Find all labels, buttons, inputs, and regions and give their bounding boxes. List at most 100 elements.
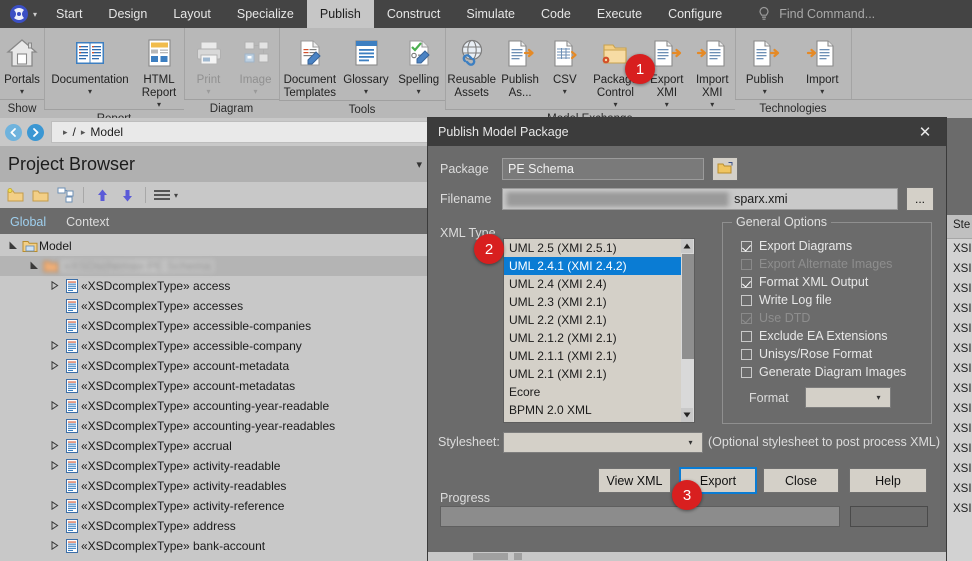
tab-global[interactable]: Global (0, 210, 56, 234)
tree-row[interactable]: «XSDcomplexType» access (0, 276, 430, 296)
tab-context[interactable]: Context (56, 210, 119, 234)
chevron-down-icon[interactable]: ▾ (871, 389, 886, 406)
menu-item-configure[interactable]: Configure (655, 0, 735, 28)
project-browser-tree[interactable]: Model«XSDschema» PE Schema«XSDcomplexTyp… (0, 234, 430, 561)
breadcrumb-root[interactable]: / (73, 125, 76, 139)
right-panel-row[interactable]: XSI (947, 359, 972, 379)
menu-item-layout[interactable]: Layout (160, 0, 224, 28)
xml-type-option[interactable]: BPMN 2.0 XML (504, 401, 693, 419)
checkbox-icon[interactable] (741, 331, 752, 342)
right-panel-row[interactable]: XSI (947, 479, 972, 499)
checkbox-icon[interactable] (741, 349, 752, 360)
chevron-down-icon[interactable]: ▾ (665, 100, 669, 109)
filename-input[interactable]: ██████████████████████████ sparx.xmi (502, 188, 898, 210)
tree-row[interactable]: «XSDcomplexType» activity-readable (0, 456, 430, 476)
xml-type-option[interactable]: XPDL 2.2 (504, 419, 693, 423)
right-panel-row[interactable]: XSI (947, 439, 972, 459)
document-templates-button[interactable]: Document Templates (280, 32, 340, 100)
twisty-collapsed-icon[interactable] (48, 541, 62, 552)
close-icon[interactable]: ✕ (904, 118, 946, 146)
twisty-collapsed-icon[interactable] (48, 441, 62, 452)
help-button[interactable]: Help (849, 468, 927, 493)
xml-type-option[interactable]: Ecore (504, 383, 693, 401)
menu-item-design[interactable]: Design (95, 0, 160, 28)
format-combobox[interactable]: ▾ (805, 387, 891, 408)
xml-type-option[interactable]: UML 2.4 (XMI 2.4) (504, 275, 693, 293)
xml-type-option[interactable]: UML 2.1 (XMI 2.1) (504, 365, 693, 383)
chevron-down-icon[interactable]: ▾ (206, 87, 210, 96)
right-panel-row[interactable]: XSI (947, 259, 972, 279)
twisty-collapsed-icon[interactable] (48, 521, 62, 532)
twisty-collapsed-icon[interactable] (48, 361, 62, 372)
tree-row[interactable]: «XSDcomplexType» account-metadatas (0, 376, 430, 396)
stylesheet-combobox[interactable]: ▾ (503, 432, 703, 453)
panel-menu-caret-icon[interactable]: ▾ (416, 158, 422, 171)
checkbox-row[interactable]: Generate Diagram Images (741, 363, 931, 381)
open-package-icon[interactable] (29, 185, 51, 205)
logo-caret-icon[interactable]: ▾ (33, 10, 37, 19)
checkbox-icon[interactable] (741, 241, 752, 252)
chevron-down-icon[interactable]: ▾ (613, 100, 617, 109)
list-options-caret-icon[interactable]: ▾ (174, 191, 178, 200)
scrollbar-thumb[interactable] (473, 553, 508, 560)
menu-item-start[interactable]: Start (43, 0, 95, 28)
xml-type-option[interactable]: UML 2.3 (XMI 2.1) (504, 293, 693, 311)
checkbox-row[interactable]: Exclude EA Extensions (741, 327, 931, 345)
move-up-icon[interactable] (91, 185, 113, 205)
tree-row[interactable]: «XSDschema» PE Schema (0, 256, 430, 276)
list-options-icon[interactable] (153, 185, 171, 205)
back-arrow-icon[interactable] (5, 124, 22, 141)
twisty-collapsed-icon[interactable] (48, 401, 62, 412)
breadcrumb-current[interactable]: Model (90, 125, 123, 139)
tree-row[interactable]: «XSDcomplexType» accounting-year-readabl… (0, 416, 430, 436)
twisty-collapsed-icon[interactable] (48, 341, 62, 352)
twisty-expanded-icon[interactable] (27, 261, 41, 272)
chevron-down-icon[interactable]: ▾ (683, 434, 698, 451)
chevron-down-icon[interactable]: ▾ (820, 87, 824, 96)
checkbox-row[interactable]: Format XML Output (741, 273, 931, 291)
xml-type-option[interactable]: UML 2.5 (XMI 2.5.1) (504, 239, 693, 257)
right-panel-row[interactable]: XSI (947, 319, 972, 339)
chevron-down-icon[interactable]: ▾ (763, 87, 767, 96)
portals-button[interactable]: Portals ▾ (0, 32, 44, 96)
scroll-up-arrow-icon[interactable] (681, 239, 693, 253)
close-button[interactable]: Close (763, 468, 839, 493)
tree-row[interactable]: Model (0, 236, 430, 256)
right-panel-row[interactable]: XSI (947, 399, 972, 419)
chevron-down-icon[interactable]: ▾ (417, 87, 421, 96)
chevron-down-icon[interactable]: ▾ (20, 87, 24, 96)
xml-type-option[interactable]: UML 2.2 (XMI 2.1) (504, 311, 693, 329)
import-xmi-button[interactable]: Import XMI ▾ (690, 32, 735, 109)
xml-type-option[interactable]: UML 2.1.1 (XMI 2.1) (504, 347, 693, 365)
chevron-down-icon[interactable]: ▾ (88, 87, 92, 96)
checkbox-icon[interactable] (741, 367, 752, 378)
tree-row[interactable]: «XSDcomplexType» activity-readables (0, 476, 430, 496)
html-report-button[interactable]: HTML Report ▾ (135, 32, 183, 109)
xml-type-list[interactable]: UML 2.5 (XMI 2.5.1)UML 2.4.1 (XMI 2.4.2)… (503, 238, 694, 423)
checkbox-icon[interactable] (741, 295, 752, 306)
right-panel-row[interactable]: XSI (947, 299, 972, 319)
new-diagram-icon[interactable] (54, 185, 76, 205)
publish-technology-button[interactable]: Publish ▾ (736, 32, 794, 96)
menu-item-simulate[interactable]: Simulate (453, 0, 528, 28)
sparx-ea-logo-icon[interactable] (6, 1, 32, 27)
tree-row[interactable]: «XSDcomplexType» address (0, 516, 430, 536)
tree-row[interactable]: «XSDcomplexType» activity-reference (0, 496, 430, 516)
menu-item-construct[interactable]: Construct (374, 0, 454, 28)
xml-type-scrollbar[interactable] (681, 238, 695, 423)
image-button[interactable]: Image ▾ (232, 32, 279, 96)
glossary-button[interactable]: Glossary ▾ (340, 32, 393, 96)
documentation-button[interactable]: Documentation ▾ (45, 32, 135, 96)
right-panel-row[interactable]: XSI (947, 239, 972, 259)
right-panel-row[interactable]: XSI (947, 499, 972, 519)
right-panel-row[interactable]: XSI (947, 419, 972, 439)
twisty-expanded-icon[interactable] (6, 241, 20, 252)
new-package-icon[interactable] (4, 185, 26, 205)
chevron-down-icon[interactable]: ▾ (563, 87, 567, 96)
publish-as-button[interactable]: Publish As... (497, 32, 542, 100)
chevron-down-icon[interactable]: ▾ (157, 100, 161, 109)
right-panel-row[interactable]: XSI (947, 279, 972, 299)
right-panel-row[interactable]: XSI (947, 379, 972, 399)
tree-row[interactable]: «XSDcomplexType» accrual (0, 436, 430, 456)
menu-item-execute[interactable]: Execute (584, 0, 655, 28)
